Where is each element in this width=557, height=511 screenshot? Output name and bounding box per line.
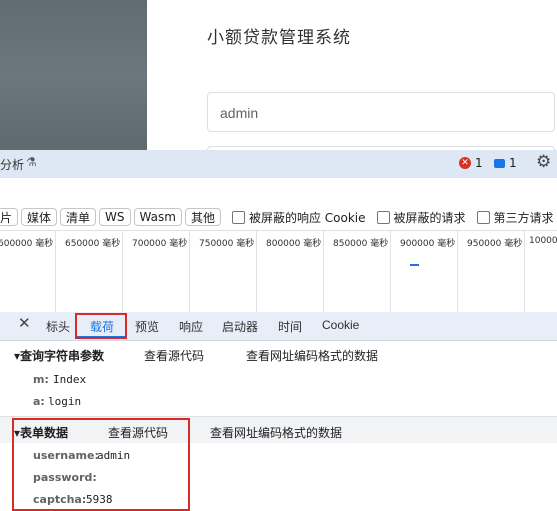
checkbox-label: 被屏蔽的响应 Cookie bbox=[248, 210, 366, 225]
tab-preview[interactable]: 预览 bbox=[135, 318, 159, 335]
filter-chip-media[interactable]: 媒体 bbox=[21, 208, 58, 226]
tab-response[interactable]: 响应 bbox=[179, 318, 203, 335]
query-params-header[interactable]: ▾查询字符串参数 bbox=[14, 347, 104, 364]
request-timing-bar bbox=[410, 264, 419, 266]
timeline-gridline bbox=[122, 230, 123, 312]
checkbox-box[interactable] bbox=[231, 210, 245, 224]
param-key: a: bbox=[33, 395, 45, 408]
tab-performance-insights[interactable]: 分析 bbox=[0, 156, 24, 173]
timeline-gridline bbox=[256, 230, 257, 312]
blocked-cookies-checkbox[interactable]: 被屏蔽的响应 Cookie bbox=[231, 209, 366, 226]
timeline-gridline bbox=[323, 230, 324, 312]
param-value: Index bbox=[53, 373, 87, 386]
timeline-gridline bbox=[189, 230, 190, 312]
message-counter[interactable]: 1 bbox=[494, 156, 517, 170]
query-view-source-link[interactable]: 查看源代码 bbox=[144, 347, 204, 364]
timeline-tick-label: 900000 毫秒 bbox=[400, 239, 456, 249]
message-count: 1 bbox=[509, 156, 517, 170]
filter-chip-manifest[interactable]: 清单 bbox=[60, 208, 97, 226]
blocked-requests-checkbox[interactable]: 被屏蔽的请求 bbox=[376, 209, 466, 226]
checkbox-box[interactable] bbox=[476, 210, 490, 224]
param-value: login bbox=[48, 395, 82, 408]
checkbox-box[interactable] bbox=[376, 210, 390, 224]
timeline-tick-label: 800000 毫秒 bbox=[266, 239, 322, 249]
form-view-url-encoded-link[interactable]: 查看网址编码格式的数据 bbox=[210, 424, 342, 441]
timeline-gridline bbox=[524, 230, 525, 312]
third-party-checkbox[interactable]: 第三方请求 bbox=[476, 209, 554, 226]
tab-headers[interactable]: 标头 bbox=[46, 318, 70, 335]
filter-chip-wasm[interactable]: Wasm bbox=[133, 208, 182, 226]
tab-timing[interactable]: 时间 bbox=[278, 318, 302, 335]
close-icon[interactable]: ✕ bbox=[18, 314, 31, 332]
error-count: 1 bbox=[475, 156, 483, 170]
message-icon bbox=[494, 158, 505, 168]
timeline-tick-label: 700000 毫秒 bbox=[132, 239, 188, 249]
filter-bar bbox=[0, 178, 557, 206]
error-icon: ✕ bbox=[459, 157, 471, 169]
query-view-url-encoded-link[interactable]: 查看网址编码格式的数据 bbox=[246, 347, 378, 364]
param-key: m: bbox=[33, 373, 49, 386]
timeline-tick-label: 650000 毫秒 bbox=[65, 239, 121, 249]
checkbox-label: 第三方请求 bbox=[493, 210, 554, 225]
username-input[interactable]: admin bbox=[207, 92, 555, 132]
tab-cookies[interactable]: Cookie bbox=[322, 318, 359, 332]
login-background-image bbox=[0, 0, 147, 150]
timeline-tick-label: 600000 毫秒 bbox=[0, 239, 54, 249]
timeline-gridline bbox=[457, 230, 458, 312]
timeline-gridline bbox=[55, 230, 56, 312]
app-title: 小额贷款管理系统 bbox=[207, 28, 351, 48]
resource-type-filters: 片 媒体 清单 WS Wasm 其他 被屏蔽的响应 Cookie 被屏蔽的请求 … bbox=[0, 207, 554, 227]
filter-chip-ws[interactable]: WS bbox=[99, 208, 131, 226]
gear-icon[interactable]: ⚙ bbox=[536, 152, 551, 172]
timeline-gridline bbox=[390, 230, 391, 312]
timeline-tick-label: 750000 毫秒 bbox=[199, 239, 255, 249]
flask-icon: ⚗ bbox=[26, 155, 37, 169]
payload-tab-highlight bbox=[75, 313, 127, 339]
filter-chip-other[interactable]: 其他 bbox=[184, 208, 221, 226]
tab-initiator[interactable]: 启动器 bbox=[222, 318, 258, 335]
error-counter[interactable]: ✕ 1 bbox=[459, 156, 483, 170]
checkbox-label: 被屏蔽的请求 bbox=[393, 210, 466, 225]
timeline-tick-label: 950000 毫秒 bbox=[467, 239, 523, 249]
timeline-tick-label: 100000 bbox=[529, 236, 557, 246]
form-data-highlight bbox=[12, 418, 190, 511]
timeline-tick-label: 850000 毫秒 bbox=[333, 239, 389, 249]
filter-chip-img[interactable]: 片 bbox=[0, 208, 19, 226]
